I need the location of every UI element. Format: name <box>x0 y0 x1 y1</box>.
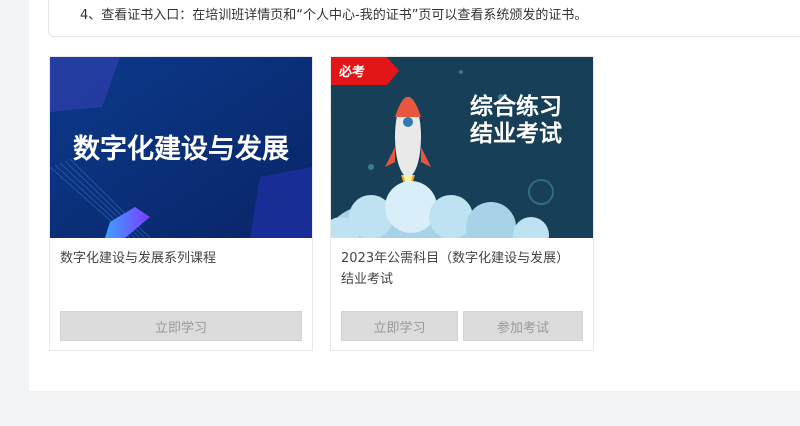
course-card[interactable]: 数字化建设与发展 数字化建设与发展系列课程 立即学习 <box>49 56 313 351</box>
certificate-entry-notice: 4、查看证书入口：在培训班详情页和“个人中心-我的证书”页可以查看系统颁发的证书… <box>80 8 588 23</box>
course-title[interactable]: 数字化建设与发展系列课程 <box>60 248 290 269</box>
exam-title[interactable]: 2023年公需科目（数字化建设与发展）结业考试 <box>341 248 571 290</box>
course-thumbnail[interactable]: 数字化建设与发展 <box>50 57 312 238</box>
banner-line2: 结业考试 <box>470 121 562 147</box>
start-study-button[interactable]: 立即学习 <box>341 311 458 341</box>
exam-card[interactable]: 必考 综合练习 结业考试 2023年公需科目（数字化建设与发展）结业考试 立即学… <box>330 56 594 351</box>
required-badge-text: 必考 <box>338 64 365 80</box>
banner-title: 数字化建设与发展 <box>73 133 289 165</box>
banner-line1: 综合练习 <box>470 93 562 120</box>
take-exam-button[interactable]: 参加考试 <box>463 311 583 341</box>
start-study-button[interactable]: 立即学习 <box>60 311 302 341</box>
exam-thumbnail[interactable]: 必考 综合练习 结业考试 <box>331 57 593 238</box>
